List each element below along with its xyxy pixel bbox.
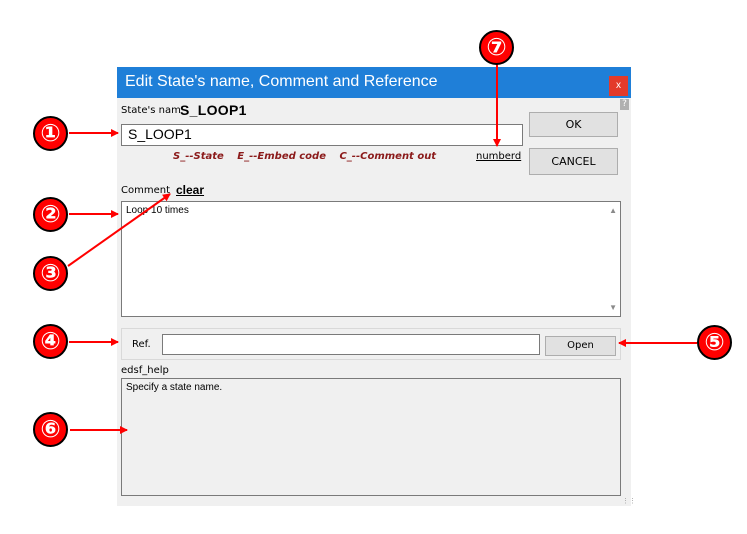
callout-3: ③ bbox=[33, 256, 68, 291]
callout-2: ② bbox=[33, 197, 68, 232]
callout-4: ④ bbox=[33, 324, 68, 359]
callout-1: ① bbox=[33, 116, 68, 151]
callout-7: ⑦ bbox=[479, 30, 514, 65]
callout-5: ⑤ bbox=[697, 325, 732, 360]
arrow-3 bbox=[67, 193, 171, 267]
callout-arrows bbox=[67, 62, 697, 434]
callout-6: ⑥ bbox=[33, 412, 68, 447]
